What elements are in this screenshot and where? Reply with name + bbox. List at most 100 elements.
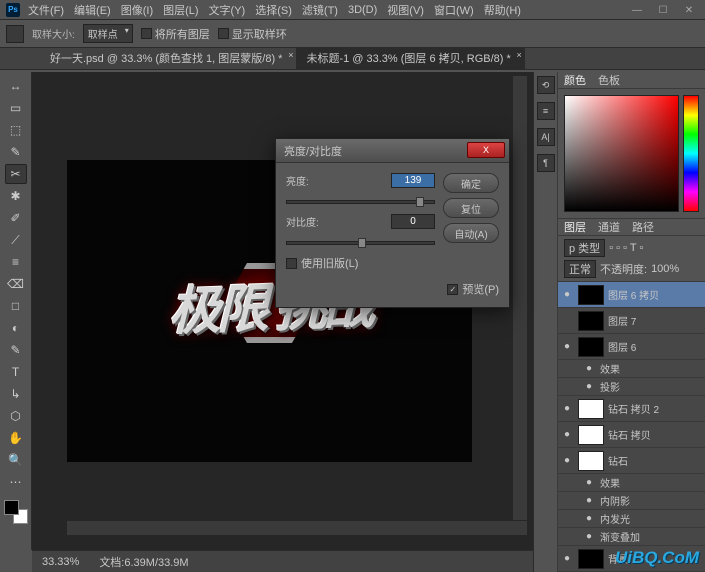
visibility-toggle[interactable]: ● bbox=[560, 429, 574, 440]
close-button[interactable]: ✕ bbox=[677, 2, 701, 18]
history-icon[interactable]: ⟲ bbox=[537, 76, 555, 94]
minimize-button[interactable]: — bbox=[625, 2, 649, 18]
reset-button[interactable]: 复位 bbox=[443, 198, 499, 218]
close-icon[interactable]: × bbox=[517, 50, 522, 60]
contrast-input[interactable] bbox=[391, 214, 435, 229]
visibility-toggle[interactable]: ● bbox=[582, 531, 596, 542]
tab-paths[interactable]: 路径 bbox=[632, 219, 654, 235]
document-tab[interactable]: 未标题-1 @ 33.3% (图层 6 拷贝, RGB/8) *× bbox=[296, 47, 524, 69]
menu-layer[interactable]: 图层(L) bbox=[163, 2, 198, 18]
layer-row[interactable]: ●效果 bbox=[558, 474, 705, 492]
menu-view[interactable]: 视图(V) bbox=[387, 2, 424, 18]
crop-tool[interactable]: ✎ bbox=[5, 142, 27, 162]
tab-layers[interactable]: 图层 bbox=[564, 219, 586, 235]
document-info[interactable]: 文档:6.39M/33.9M bbox=[99, 554, 188, 570]
layer-row[interactable]: ●钻石 bbox=[558, 448, 705, 474]
sample-all-layers-checkbox[interactable]: 将所有图层 bbox=[141, 26, 210, 42]
dodge-tool[interactable]: ◐ bbox=[5, 318, 27, 338]
menu-edit[interactable]: 编辑(E) bbox=[74, 2, 111, 18]
menu-select[interactable]: 选择(S) bbox=[255, 2, 292, 18]
character-icon[interactable]: A| bbox=[537, 128, 555, 146]
stamp-tool[interactable]: ⟋ bbox=[5, 230, 27, 250]
pen-tool[interactable]: ✎ bbox=[5, 340, 27, 360]
tab-channels[interactable]: 通道 bbox=[598, 219, 620, 235]
layer-row[interactable]: ●图层 6 拷贝 bbox=[558, 282, 705, 308]
move-tool[interactable]: ↔ bbox=[5, 76, 27, 96]
menu-help[interactable]: 帮助(H) bbox=[484, 2, 521, 18]
visibility-toggle[interactable]: ● bbox=[560, 455, 574, 466]
opacity-value[interactable]: 100% bbox=[651, 263, 679, 275]
dialog-close-button[interactable]: X bbox=[467, 142, 505, 158]
contrast-slider[interactable] bbox=[286, 241, 435, 245]
gradient-tool[interactable]: □ bbox=[5, 296, 27, 316]
lasso-tool[interactable]: ⬚ bbox=[5, 120, 27, 140]
shape-tool[interactable]: ⬡ bbox=[5, 406, 27, 426]
properties-icon[interactable]: ≡ bbox=[537, 102, 555, 120]
show-ring-checkbox[interactable]: 显示取样环 bbox=[218, 26, 287, 42]
ok-button[interactable]: 确定 bbox=[443, 173, 499, 193]
visibility-toggle[interactable]: ● bbox=[582, 381, 596, 392]
layer-row[interactable]: ●钻石 拷贝 bbox=[558, 422, 705, 448]
visibility-toggle[interactable]: ● bbox=[560, 553, 574, 564]
tab-color[interactable]: 颜色 bbox=[564, 72, 586, 88]
visibility-toggle[interactable]: ● bbox=[560, 341, 574, 352]
history-brush-tool[interactable]: ≡ bbox=[5, 252, 27, 272]
hand-tool[interactable]: ✋ bbox=[5, 428, 27, 448]
fg-bg-swatch[interactable] bbox=[4, 500, 28, 524]
tab-swatches[interactable]: 色板 bbox=[598, 72, 620, 88]
menu-file[interactable]: 文件(F) bbox=[28, 2, 64, 18]
layer-row[interactable]: ●渐变叠加 bbox=[558, 528, 705, 546]
blend-mode-select[interactable]: 正常 bbox=[564, 260, 596, 278]
menu-image[interactable]: 图像(I) bbox=[121, 2, 153, 18]
zoom-level[interactable]: 33.33% bbox=[42, 556, 79, 568]
document-tab[interactable]: 好一天.psd @ 33.3% (颜色查找 1, 图层蒙版/8) *× bbox=[40, 47, 296, 69]
visibility-toggle[interactable]: ● bbox=[560, 289, 574, 300]
visibility-toggle[interactable]: ● bbox=[582, 495, 596, 506]
scrollbar-vertical[interactable] bbox=[513, 76, 527, 520]
layer-row[interactable]: 图层 7 bbox=[558, 308, 705, 334]
brightness-slider[interactable] bbox=[286, 200, 435, 204]
layer-row[interactable]: ●内发光 bbox=[558, 510, 705, 528]
sample-size-select[interactable]: 取样点 bbox=[83, 24, 133, 43]
menu-filter[interactable]: 滤镜(T) bbox=[302, 2, 338, 18]
visibility-toggle[interactable]: ● bbox=[582, 363, 596, 374]
layer-name: 钻石 拷贝 2 bbox=[608, 401, 703, 416]
layer-row[interactable]: ●图层 6 bbox=[558, 334, 705, 360]
paragraph-icon[interactable]: ¶ bbox=[537, 154, 555, 172]
layer-row[interactable]: ●内阴影 bbox=[558, 492, 705, 510]
type-tool[interactable]: T bbox=[5, 362, 27, 382]
visibility-toggle[interactable]: ● bbox=[560, 403, 574, 414]
layer-row[interactable]: ●投影 bbox=[558, 378, 705, 396]
eraser-tool[interactable]: ⌫ bbox=[5, 274, 27, 294]
healing-tool[interactable]: ✱ bbox=[5, 186, 27, 206]
visibility-toggle[interactable]: ● bbox=[582, 477, 596, 488]
layer-thumbnail bbox=[578, 337, 604, 357]
more-tools[interactable]: ⋯ bbox=[5, 472, 27, 492]
layers-list: ●图层 6 拷贝图层 7●图层 6●效果●投影●钻石 拷贝 2●钻石 拷贝●钻石… bbox=[558, 282, 705, 572]
dialog-titlebar[interactable]: 亮度/对比度 X bbox=[276, 139, 509, 163]
layers-panel: p 类型 ▫ ▫ ▫ T ▫ 正常 不透明度: 100% 锁定: ▫ ✎ ↔ 🔒… bbox=[558, 236, 705, 572]
preview-checkbox[interactable]: ✓预览(P) bbox=[447, 281, 499, 297]
marquee-tool[interactable]: ▭ bbox=[5, 98, 27, 118]
layer-row[interactable]: ● 钻石 拷贝 2 bbox=[558, 396, 705, 422]
use-legacy-checkbox[interactable]: 使用旧版(L) bbox=[286, 255, 435, 271]
scrollbar-horizontal[interactable] bbox=[67, 521, 527, 535]
tool-preset-icon[interactable] bbox=[6, 25, 24, 43]
layer-row[interactable]: ●效果 bbox=[558, 360, 705, 378]
color-field[interactable] bbox=[564, 95, 679, 212]
menu-3d[interactable]: 3D(D) bbox=[348, 4, 377, 16]
eyedropper-tool[interactable]: ✂ bbox=[5, 164, 27, 184]
brush-tool[interactable]: ✐ bbox=[5, 208, 27, 228]
close-icon[interactable]: × bbox=[288, 50, 293, 60]
window-controls: — ☐ ✕ bbox=[625, 2, 701, 18]
path-tool[interactable]: ↳ bbox=[5, 384, 27, 404]
menu-window[interactable]: 窗口(W) bbox=[434, 2, 474, 18]
menu-type[interactable]: 文字(Y) bbox=[209, 2, 246, 18]
zoom-tool[interactable]: 🔍 bbox=[5, 450, 27, 470]
visibility-toggle[interactable]: ● bbox=[582, 513, 596, 524]
layer-kind-filter[interactable]: p 类型 bbox=[564, 239, 605, 257]
hue-slider[interactable] bbox=[683, 95, 699, 212]
brightness-input[interactable] bbox=[391, 173, 435, 188]
maximize-button[interactable]: ☐ bbox=[651, 2, 675, 18]
auto-button[interactable]: 自动(A) bbox=[443, 223, 499, 243]
